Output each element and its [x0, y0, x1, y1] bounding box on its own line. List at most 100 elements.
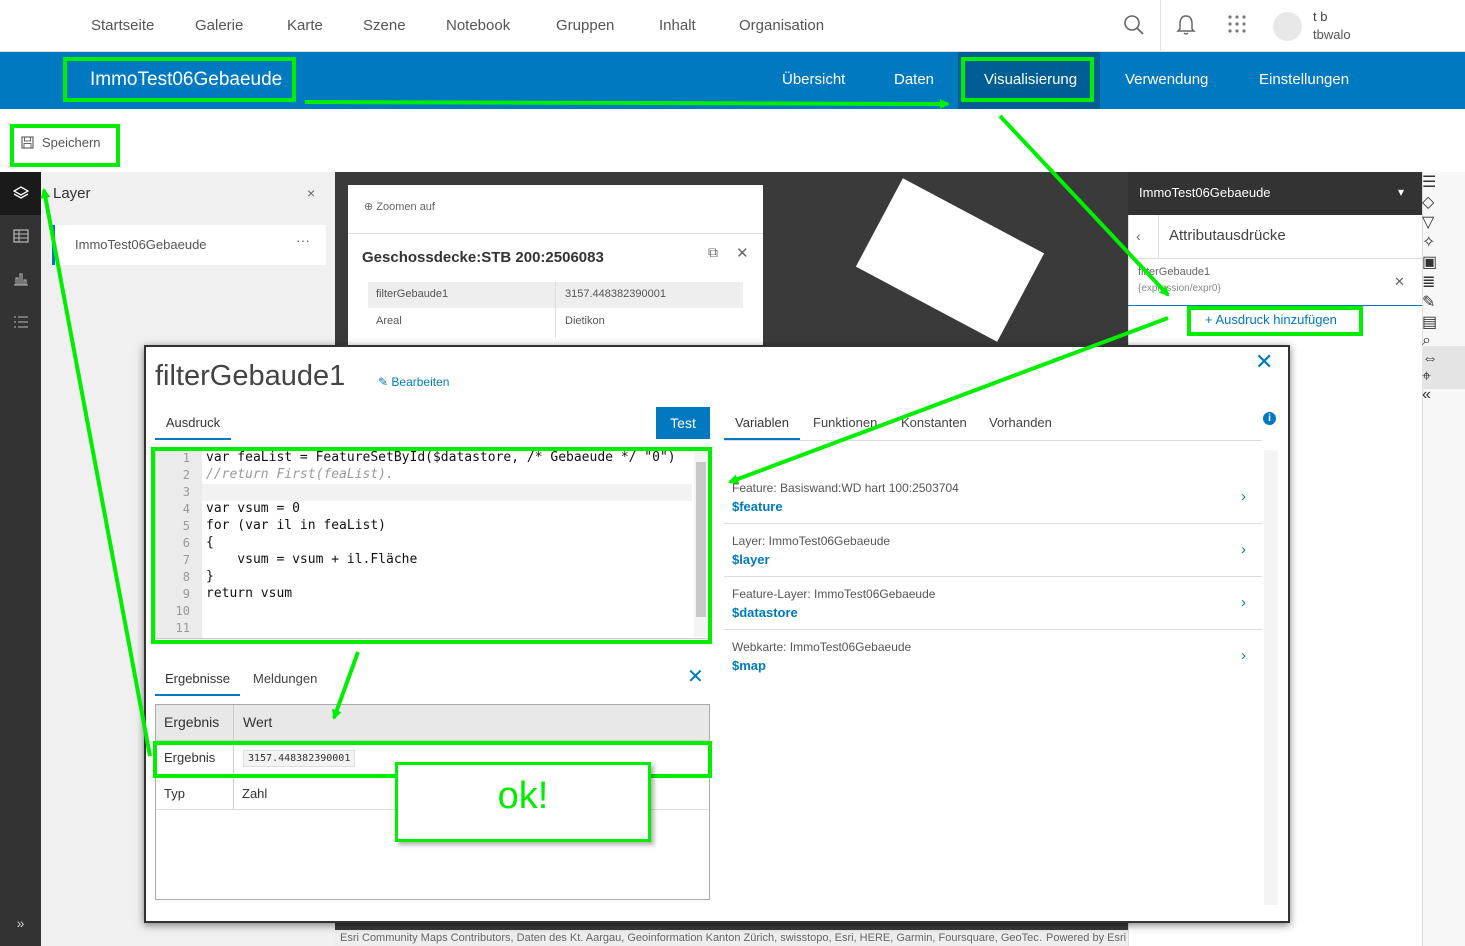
highlight-item-title — [63, 57, 296, 102]
ok-annotation-text: ok! — [497, 775, 549, 817]
locate-icon[interactable]: ⌖ — [1422, 368, 1465, 386]
chevron-right-icon[interactable]: › — [1241, 488, 1246, 505]
collapse-chevrons-icon[interactable]: « — [1422, 386, 1465, 404]
right-tool-icons: ☰ ◇ ▽ ✧ ▣ ≣ ✎ ▤ ⌕ ⇔ ⌖ « — [1422, 172, 1465, 946]
variable-label: Layer: ImmoTest06Gebaeude — [732, 534, 891, 548]
powered-by-esri[interactable]: Powered by Esri — [1042, 930, 1131, 946]
variable-name[interactable]: $map — [732, 658, 766, 673]
user-name[interactable]: t b — [1313, 9, 1327, 24]
chart-icon[interactable] — [0, 258, 41, 301]
nav-inhalt[interactable]: Inhalt — [659, 17, 696, 34]
top-navigation: Startseite Galerie Karte Szene Notebook … — [0, 0, 1465, 52]
search-icon[interactable] — [1122, 14, 1146, 38]
divider — [1160, 0, 1161, 52]
nav-galerie[interactable]: Galerie — [195, 17, 243, 34]
close-icon[interactable]: ✕ — [736, 244, 749, 262]
delete-expression-icon[interactable]: ✕ — [1394, 274, 1405, 290]
nav-karte[interactable]: Karte — [287, 17, 323, 34]
fields-icon[interactable]: ▤ — [1422, 312, 1465, 332]
variable-row[interactable] — [724, 524, 1262, 577]
bell-icon[interactable] — [1174, 14, 1198, 38]
popup-value: 3157.448382390001 — [565, 288, 666, 300]
chevron-right-icon[interactable]: › — [1241, 541, 1246, 558]
divider — [1128, 258, 1422, 259]
variable-row[interactable] — [724, 630, 1262, 683]
map-attribution: Esri Community Maps Contributors, Daten … — [335, 930, 1128, 946]
expression-id: {expression/expr0} — [1138, 283, 1221, 294]
tab-ergebnisse[interactable]: Ergebnisse — [155, 666, 240, 696]
nav-startseite[interactable]: Startseite — [91, 17, 154, 34]
table-icon[interactable] — [0, 215, 41, 258]
zoom-to-label: Zoomen auf — [376, 201, 435, 213]
zoom-in-icon: ⊕ — [364, 201, 377, 213]
expand-chevrons-icon[interactable]: » — [0, 902, 41, 945]
chevron-right-icon[interactable]: › — [1241, 647, 1246, 664]
styles-icon[interactable]: ◇ — [1422, 192, 1465, 212]
variable-label: Webkarte: ImmoTest06Gebaeude — [732, 640, 912, 654]
tab-verwendung[interactable]: Verwendung — [1125, 71, 1208, 88]
popup-value: Dietikon — [565, 315, 605, 327]
close-icon[interactable]: ✕ — [1255, 349, 1273, 375]
avatar[interactable] — [1273, 12, 1302, 41]
tab-daten[interactable]: Daten — [894, 71, 934, 88]
user-id[interactable]: tbwalo — [1313, 27, 1351, 42]
nav-notebook[interactable]: Notebook — [446, 17, 510, 34]
popup-title: Geschossdecke:STB 200:2506083 — [362, 249, 604, 266]
more-options-icon[interactable]: ··· — [296, 232, 310, 248]
dock-icon[interactable]: ⧉ — [708, 244, 718, 261]
variable-name[interactable]: $feature — [732, 499, 783, 514]
tab-uebersicht[interactable]: Übersicht — [782, 71, 845, 88]
close-icon[interactable]: ✕ — [687, 664, 704, 689]
edit-title-button[interactable]: ✎ Bearbeiten — [378, 375, 449, 389]
tab-konstanten[interactable]: Konstanten — [901, 415, 967, 430]
filter-icon[interactable]: ▽ — [1422, 212, 1465, 232]
layer-panel-title: Layer — [53, 185, 91, 202]
tab-ausdruck[interactable]: Ausdruck — [155, 410, 231, 440]
results-header-ergebnis: Ergebnis — [164, 714, 220, 730]
result-type-label: Typ — [164, 786, 185, 801]
nav-gruppen[interactable]: Gruppen — [556, 17, 614, 34]
highlight-visualisierung-tab — [961, 57, 1094, 102]
left-tool-strip: » — [0, 172, 41, 946]
legend-list-icon[interactable] — [0, 301, 41, 344]
nav-szene[interactable]: Szene — [363, 17, 406, 34]
variable-row[interactable] — [724, 471, 1262, 524]
pencil-icon: ✎ — [378, 375, 392, 389]
zoom-to-button[interactable]: ⊕ Zoomen auf — [364, 200, 435, 213]
apps-grid-icon[interactable] — [1225, 14, 1249, 38]
test-button[interactable]: Test — [656, 407, 710, 439]
variable-name[interactable]: $datastore — [732, 605, 798, 620]
attribute-expressions-title: Attributausdrücke — [1169, 227, 1286, 244]
tab-einstellungen[interactable]: Einstellungen — [1259, 71, 1349, 88]
tab-funktionen[interactable]: Funktionen — [813, 415, 877, 430]
right-panel-layer-name[interactable]: ImmoTest06Gebaeude — [1139, 185, 1271, 200]
variable-label: Feature: Basiswand:WD hart 100:2503704 — [732, 481, 959, 495]
popups-icon[interactable]: ▣ — [1422, 252, 1465, 272]
chevron-down-icon[interactable]: ▾ — [1398, 185, 1404, 199]
tab-meldungen[interactable]: Meldungen — [253, 671, 317, 686]
popup-field: filterGebaude1 — [376, 288, 449, 300]
measure-icon[interactable]: ⇔ — [1422, 350, 1465, 368]
variable-row[interactable] — [724, 577, 1262, 630]
layers-icon[interactable] — [0, 172, 41, 215]
chevron-right-icon[interactable]: › — [1241, 594, 1246, 611]
properties-sliders-icon[interactable]: ☰ — [1422, 172, 1465, 192]
variable-name[interactable]: $layer — [732, 552, 770, 567]
edit-label: Bearbeiten — [391, 375, 450, 389]
tab-vorhanden[interactable]: Vorhanden — [989, 415, 1052, 430]
labels-icon[interactable]: ≣ — [1422, 272, 1465, 292]
effects-icon[interactable]: ✧ — [1422, 232, 1465, 252]
search-icon[interactable]: ⌕ — [1422, 332, 1465, 350]
layer-item-name[interactable]: ImmoTest06Gebaeude — [75, 237, 207, 252]
edit-icon[interactable]: ✎ — [1422, 292, 1465, 312]
variable-label: Feature-Layer: ImmoTest06Gebaeude — [732, 587, 936, 601]
back-chevron-icon[interactable]: ‹ — [1136, 228, 1141, 244]
popup-col-divider — [555, 282, 556, 338]
results-header-wert: Wert — [243, 714, 273, 730]
nav-organisation[interactable]: Organisation — [739, 17, 824, 34]
tab-variablen[interactable]: Variablen — [724, 410, 800, 440]
close-icon[interactable]: × — [307, 185, 315, 201]
info-icon[interactable]: i — [1263, 412, 1276, 425]
expression-name[interactable]: filterGebaude1 — [1138, 266, 1210, 278]
variables-scrollbar[interactable] — [1264, 450, 1278, 905]
